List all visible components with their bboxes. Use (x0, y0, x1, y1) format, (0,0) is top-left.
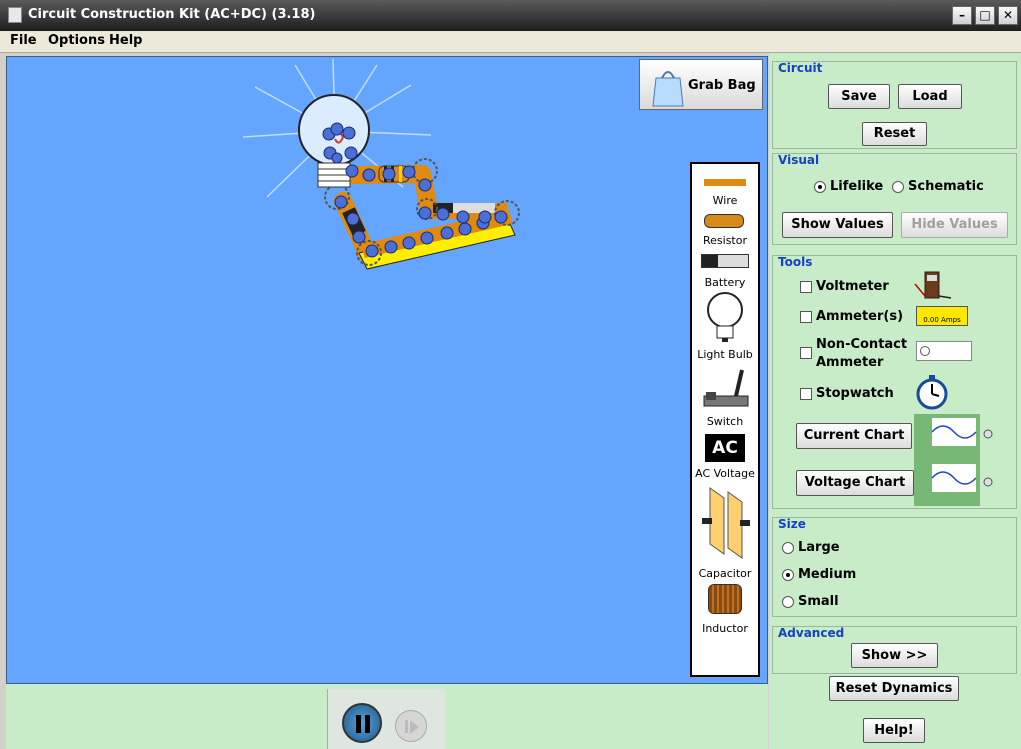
size-small-radio[interactable] (782, 596, 794, 608)
inductor-label: Inductor (702, 622, 748, 635)
size-title: Size (778, 517, 806, 531)
maximize-button[interactable]: □ (975, 6, 995, 25)
battery-body (453, 203, 495, 213)
resistor-label: Resistor (703, 234, 747, 247)
ac-voltage-icon: AC (705, 434, 745, 462)
ammeter-label: Ammeter(s) (816, 309, 904, 324)
noncontact-label-line2: Ammeter (816, 355, 884, 370)
size-small-label: Small (798, 594, 839, 609)
noncontact-ammeter-checkbox[interactable] (800, 347, 812, 359)
current-chart-icon (914, 414, 993, 460)
battery-label: Battery (704, 276, 746, 289)
schematic-label: Schematic (908, 179, 984, 194)
circuit-drawing (242, 58, 520, 270)
battery-icon (701, 254, 749, 268)
show-values-button[interactable]: Show Values (782, 212, 893, 238)
wire-icon (704, 179, 746, 186)
tools-title: Tools (778, 255, 813, 269)
title-bar: Circuit Construction Kit (AC+DC) (3.18) … (0, 0, 1021, 31)
step-icon-bar (405, 720, 408, 733)
size-large-label: Large (798, 540, 840, 555)
save-button[interactable]: Save (828, 84, 890, 109)
playback-controls (327, 689, 445, 749)
circuit-canvas[interactable]: Grab Bag Wire Resistor Battery Light Bul… (6, 56, 768, 684)
pause-button[interactable] (342, 703, 382, 743)
tools-group: Tools Voltmeter Ammeter(s) 0.00 Amps Non… (772, 255, 1017, 509)
component-toolbox: Wire Resistor Battery Light Bulb Switch (690, 162, 760, 677)
advanced-title: Advanced (778, 626, 845, 640)
reset-button[interactable]: Reset (862, 122, 927, 146)
reset-dynamics-button[interactable]: Reset Dynamics (829, 676, 959, 701)
playback-strip (6, 684, 768, 749)
minimize-button[interactable]: – (952, 6, 972, 25)
shopping-bag-icon (652, 71, 684, 107)
ac-voltage-label: AC Voltage (695, 467, 755, 480)
menu-help[interactable]: Help (109, 33, 142, 48)
advanced-group: Advanced Show >> (772, 626, 1017, 674)
grab-bag-label: Grab Bag (688, 78, 756, 93)
switch-label: Switch (706, 415, 744, 428)
battery-component (358, 210, 516, 270)
size-medium-label: Medium (798, 567, 857, 582)
menu-bar: File Options Help (0, 31, 1021, 53)
light-bulb-icon (707, 292, 743, 342)
java-app-icon (8, 7, 22, 23)
voltage-chart-button[interactable]: Voltage Chart (796, 470, 914, 496)
voltmeter-icon (914, 271, 952, 299)
step-button[interactable] (395, 710, 427, 742)
lifelike-radio[interactable] (814, 181, 826, 193)
capacitor-icon (702, 487, 750, 559)
wire-label: Wire (712, 194, 738, 207)
menu-file[interactable]: File (10, 33, 37, 48)
grab-bag-button[interactable]: Grab Bag (639, 59, 763, 110)
visual-group: Visual Lifelike Schematic Show Values Hi… (772, 153, 1017, 245)
circuit-title: Circuit (778, 61, 823, 75)
voltmeter-label: Voltmeter (816, 279, 889, 294)
noncontact-label-line1: Non-Contact (816, 337, 908, 352)
noncontact-ammeter-icon (916, 341, 972, 361)
noncontact-probe-icon (920, 346, 930, 356)
switch-icon (703, 369, 749, 407)
step-icon-arrow (410, 720, 419, 734)
help-button[interactable]: Help! (863, 718, 925, 743)
capacitor-label: Capacitor (698, 567, 752, 580)
advanced-show-button[interactable]: Show >> (851, 643, 938, 668)
stopwatch-icon (916, 375, 948, 410)
inductor-icon (708, 584, 742, 614)
stopwatch-checkbox[interactable] (800, 388, 812, 400)
ammeter-checkbox[interactable] (800, 311, 812, 323)
hide-values-button[interactable]: Hide Values (901, 212, 1008, 238)
size-large-radio[interactable] (782, 542, 794, 554)
voltage-chart-icon (914, 460, 993, 506)
light-bulb-label: Light Bulb (697, 348, 753, 361)
voltmeter-checkbox[interactable] (800, 281, 812, 293)
menu-options[interactable]: Options (48, 33, 105, 48)
size-medium-radio[interactable] (782, 569, 794, 581)
close-button[interactable]: ✕ (998, 6, 1018, 25)
pause-icon-bar-2 (365, 715, 370, 733)
window-title: Circuit Construction Kit (AC+DC) (3.18) (28, 7, 316, 22)
stopwatch-label: Stopwatch (816, 386, 894, 401)
schematic-radio[interactable] (892, 181, 904, 193)
current-chart-button[interactable]: Current Chart (796, 423, 912, 449)
resistor-icon (704, 214, 744, 228)
size-group: Size Large Medium Small (772, 517, 1017, 617)
visual-title: Visual (778, 153, 820, 167)
lifelike-label: Lifelike (830, 179, 884, 194)
control-panel: Circuit Save Load Reset Visual Lifelike … (769, 53, 1021, 749)
ammeter-icon: 0.00 Amps (916, 306, 968, 326)
load-button[interactable]: Load (898, 84, 962, 109)
pause-icon-bar-1 (356, 715, 361, 733)
